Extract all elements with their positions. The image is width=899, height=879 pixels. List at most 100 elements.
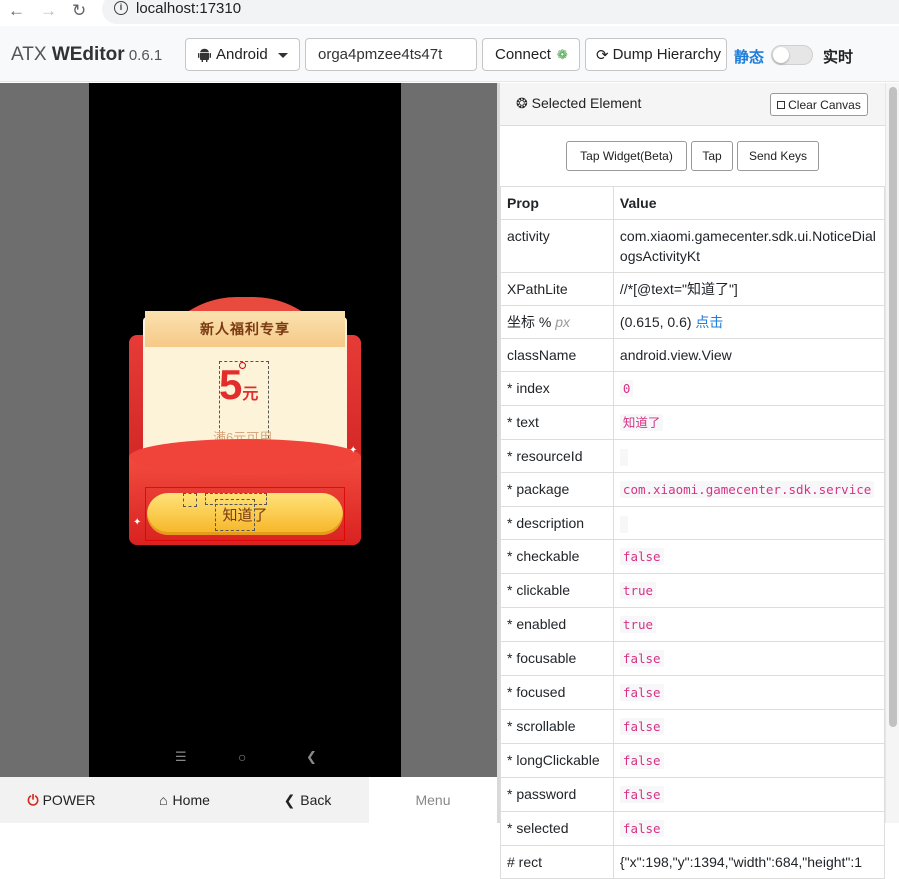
inspector-panel: ❂ Selected Element Clear Canvas Tap Widg… [500,83,886,879]
menu-button[interactable]: Menu [369,777,497,823]
prop-value-code[interactable]: false [619,752,664,769]
coord-unit-toggle[interactable]: px [555,314,570,330]
tap-button[interactable]: Tap [691,141,733,171]
power-button[interactable]: ⏻ POWER [0,777,123,823]
prop-value-code[interactable]: true [619,616,657,633]
tap-widget-button[interactable]: Tap Widget(Beta) [566,141,687,171]
back-button[interactable]: ❮ Back [246,777,369,823]
prop-value: 知道了 [612,405,886,440]
prop-value-code[interactable] [619,515,628,533]
reload-icon[interactable]: ↻ [72,1,86,21]
table-row: # rect {"x":198,"y":1394,"width":684,"hei… [500,845,886,879]
platform-select[interactable]: Android [185,38,300,71]
clear-canvas-button[interactable]: Clear Canvas [770,93,868,116]
platform-label: Android [216,46,268,63]
table-header-row: Prop Value [500,186,886,220]
device-serial-input[interactable] [305,38,477,71]
power-icon: ⏻ [27,791,39,808]
connect-label: Connect [495,46,551,63]
back-label: Back [300,792,332,808]
send-keys-button[interactable]: Send Keys [737,141,819,171]
prop-value: false [612,811,886,846]
properties-table: Prop Value activity com.xiaomi.gamecenter… [500,186,886,879]
prop-name: * package [500,472,614,507]
table-row: * password false [500,777,886,812]
sparkle-icon: ✦ [349,445,358,456]
device-screen-panel: 新人福利专享 5元 满6元可用 知道了 ✦ ✦ ☰ ○ ❮ [0,83,497,823]
inspector-scrollbar[interactable] [885,83,899,823]
prop-value-code[interactable]: false [619,650,664,667]
prop-name: * index [500,371,614,406]
prop-value-code[interactable]: com.xiaomi.gamecenter.sdk.service [619,481,875,498]
home-button[interactable]: ⌂ Home [123,777,246,823]
home-icon: ⌂ [159,792,168,808]
chevron-down-icon [278,53,288,58]
info-icon[interactable]: i [114,1,128,15]
recents-icon[interactable]: ☰ [175,749,187,765]
prop-name: * enabled [500,607,614,642]
prop-value: //*[@text="知道了"] [612,272,886,306]
column-header-value: Value [612,186,886,220]
prop-value: false [612,641,886,676]
dump-hierarchy-button[interactable]: ⟳ Dump Hierarchy [585,38,727,71]
scrollbar-thumb[interactable] [889,87,897,727]
back-arrow-icon[interactable]: ← [8,1,25,21]
dump-label: Dump Hierarchy [612,46,721,63]
prop-value-code[interactable]: 0 [619,380,634,397]
inspector-title: ❂ Selected Element [516,95,641,112]
prop-value-code[interactable]: false [619,786,664,803]
prop-name: * scrollable [500,709,614,744]
chevron-left-icon: ❮ [283,791,296,808]
url-text[interactable]: localhost:17310 [136,0,241,17]
inspector-title-text: Selected Element [531,95,642,111]
square-icon [777,100,786,109]
prop-value: (0.615, 0.6) 点击 [612,305,886,339]
prop-value-code[interactable]: 知道了 [619,414,664,431]
table-row: * text 知道了 [500,405,886,440]
live-mode-toggle[interactable] [771,45,813,65]
device-screenshot[interactable]: 新人福利专享 5元 满6元可用 知道了 ✦ ✦ ☰ ○ ❮ [89,83,401,777]
address-bar[interactable]: i localhost:17310 [102,0,899,24]
home-label: Home [172,792,210,808]
sparkle-icon: ✦ [133,517,142,528]
table-row: * enabled true [500,607,886,642]
prop-value: true [612,607,886,642]
prop-name: className [500,338,614,372]
welfare-popup[interactable]: 新人福利专享 5元 满6元可用 知道了 ✦ ✦ [129,297,361,547]
prop-value: 0 [612,371,886,406]
prop-name: * selected [500,811,614,846]
prop-value-code[interactable]: false [619,684,664,701]
brand-prefix: ATX [11,44,52,65]
leaf-icon: ❁ [556,46,568,62]
coupon-amount-value: 5 [219,361,243,408]
prop-value: android.view.View [612,338,886,372]
prop-value-code[interactable]: false [619,548,664,565]
prop-name: * focused [500,675,614,710]
table-row-coordinates: 坐标 % px (0.615, 0.6) 点击 [500,305,886,339]
coupon-currency: 元 [242,386,259,403]
forward-arrow-icon[interactable]: → [40,1,57,21]
back-chevron-icon[interactable]: ❮ [306,749,317,765]
prop-value-code[interactable] [619,448,628,466]
table-row: activity com.xiaomi.gamecenter.sdk.ui.Not… [500,219,886,273]
prop-value: com.xiaomi.gamecenter.sdk.ui.NoticeDialo… [612,219,886,273]
coupon-amount: 5元 [219,361,258,409]
prop-name: * clickable [500,573,614,608]
coord-click-link[interactable]: 点击 [695,314,723,330]
system-nav-bar: ☰ ○ ❮ [89,749,401,765]
prop-value: false [612,777,886,812]
element-actions: Tap Widget(Beta) Tap Send Keys [500,141,885,171]
prop-name: * resourceId [500,439,614,473]
prop-value-code[interactable]: true [619,582,657,599]
connect-button[interactable]: Connect ❁ [482,38,580,71]
prop-name: * focusable [500,641,614,676]
prop-value-code[interactable]: false [619,718,664,735]
app-header: ATX WEditor 0.6.1 Android Connect ❁ ⟳ Du… [0,26,899,82]
home-circle-icon[interactable]: ○ [238,749,246,765]
prop-name: activity [500,219,614,273]
table-row: * scrollable false [500,709,886,744]
table-row: * selected false [500,811,886,846]
device-control-bar: ⏻ POWER ⌂ Home ❮ Back Menu [0,777,497,823]
prop-value: com.xiaomi.gamecenter.sdk.service [612,472,886,507]
prop-name: XPathLite [500,272,614,306]
